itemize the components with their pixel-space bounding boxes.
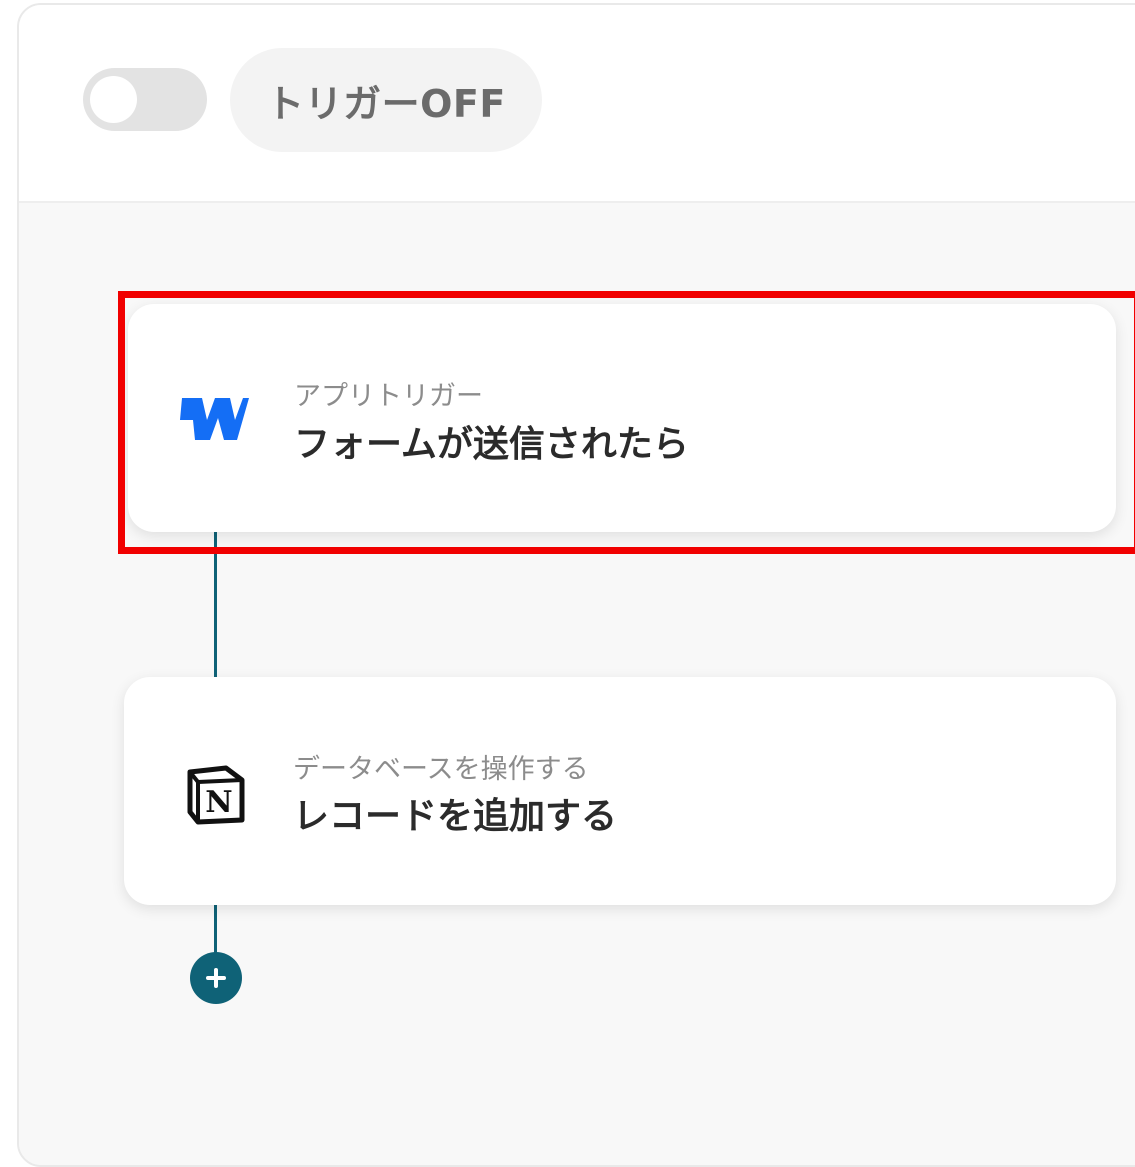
svg-text:N: N bbox=[205, 785, 232, 820]
flow-editor-panel: トリガーOFF bbox=[17, 3, 1135, 1167]
step-title: フォームが送信されたら bbox=[294, 424, 689, 465]
step-card-trigger[interactable]: アプリトリガー フォームが送信されたら bbox=[128, 304, 1116, 532]
connector-line bbox=[214, 903, 217, 959]
toggle-knob bbox=[90, 76, 137, 123]
plus-icon bbox=[206, 968, 226, 988]
trigger-status-pill: トリガーOFF bbox=[230, 48, 542, 152]
step-subtitle: アプリトリガー bbox=[294, 381, 483, 412]
trigger-toggle[interactable] bbox=[83, 68, 207, 131]
add-step-button[interactable] bbox=[190, 952, 242, 1004]
step-title: レコードを追加する bbox=[293, 796, 618, 837]
trigger-status-label: トリガーOFF bbox=[266, 81, 506, 126]
connector-line bbox=[214, 530, 217, 678]
flow-header: トリガーOFF bbox=[19, 5, 1135, 203]
notion-icon: N bbox=[187, 765, 245, 825]
step-card-action[interactable]: N データベースを操作する レコードを追加する bbox=[124, 677, 1116, 905]
step-subtitle: データベースを操作する bbox=[293, 754, 589, 785]
webflow-icon bbox=[180, 398, 249, 440]
